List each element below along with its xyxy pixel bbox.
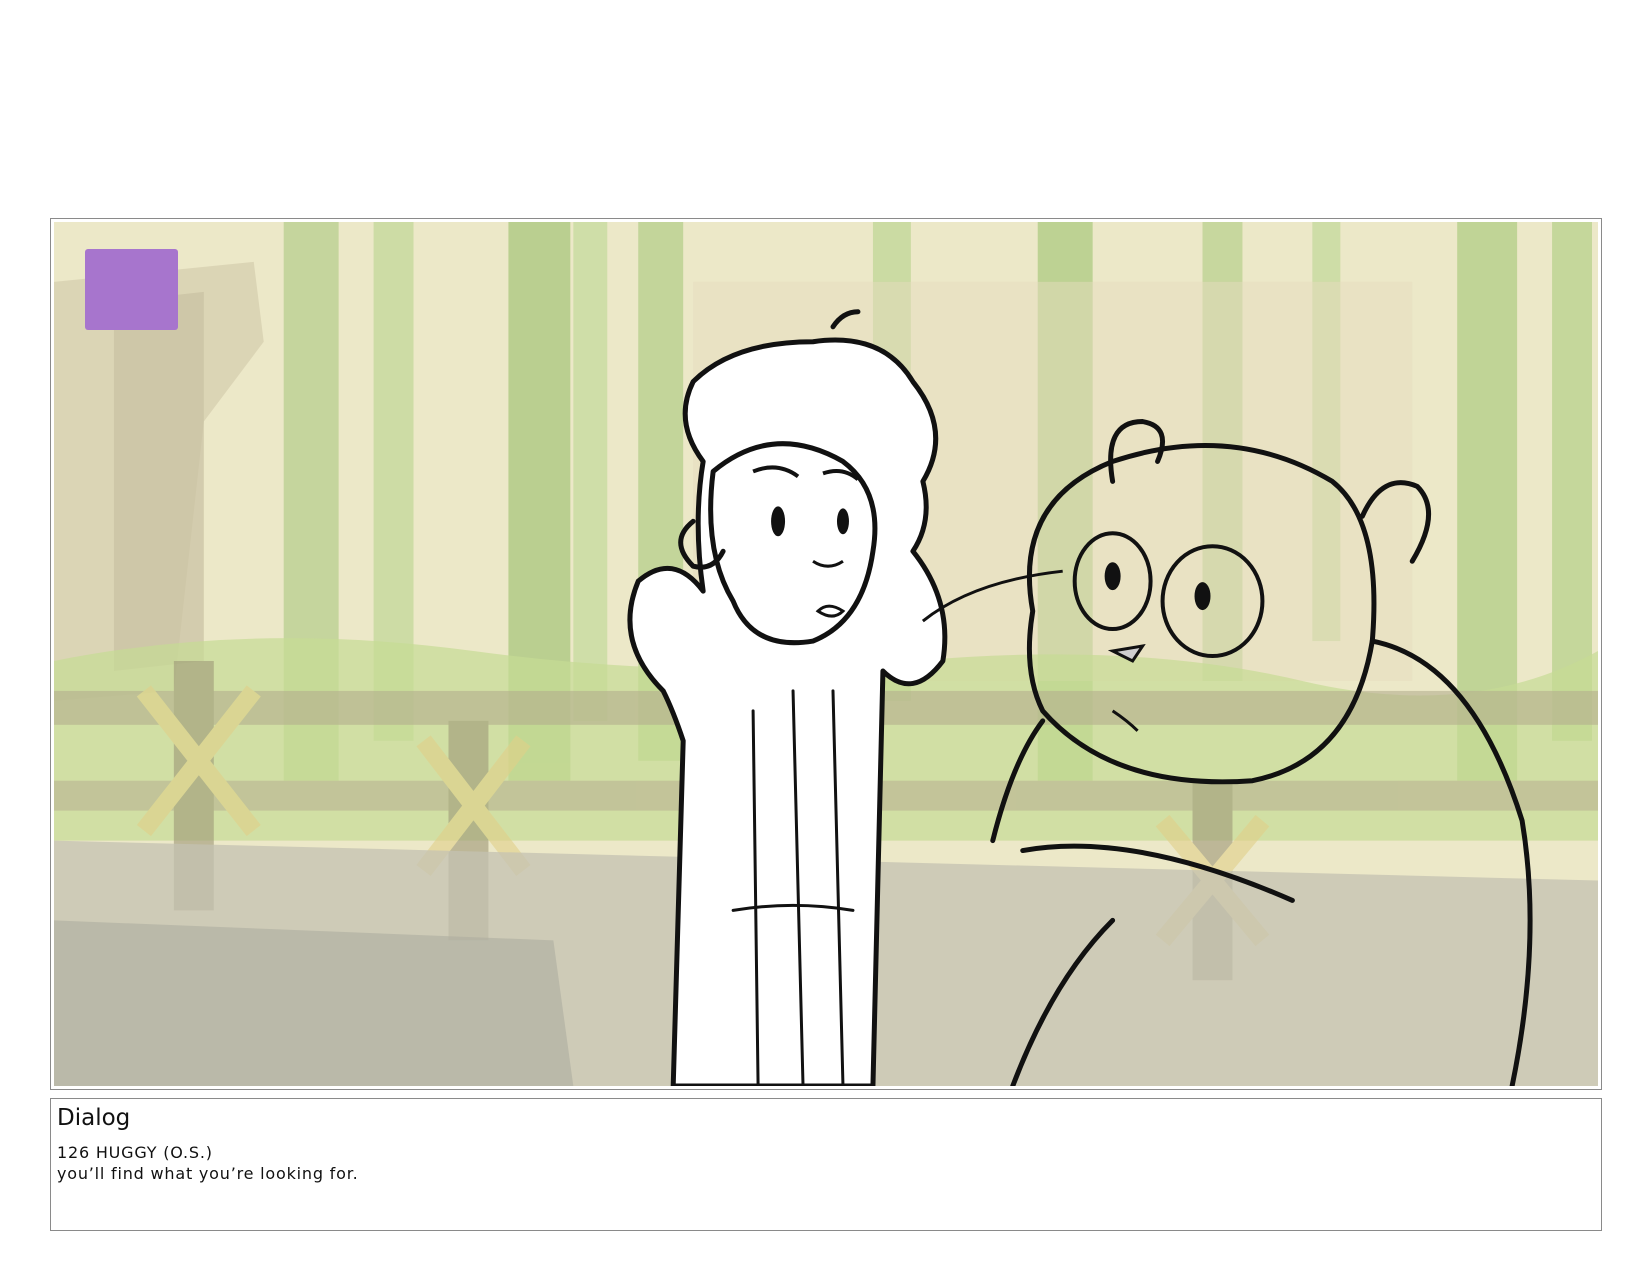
dialog-line: you’ll find what you’re looking for. bbox=[57, 1164, 359, 1183]
dialog-heading: Dialog bbox=[57, 1105, 131, 1131]
panel-artwork bbox=[54, 222, 1598, 1086]
panel-color-marker bbox=[85, 249, 178, 330]
dialog-speaker: 126 HUGGY (O.S.) bbox=[57, 1143, 213, 1162]
storyboard-sketch bbox=[54, 222, 1598, 1086]
dialog-box: Dialog 126 HUGGY (O.S.) you’ll find what… bbox=[50, 1098, 1602, 1231]
storyboard-panel bbox=[50, 218, 1602, 1090]
